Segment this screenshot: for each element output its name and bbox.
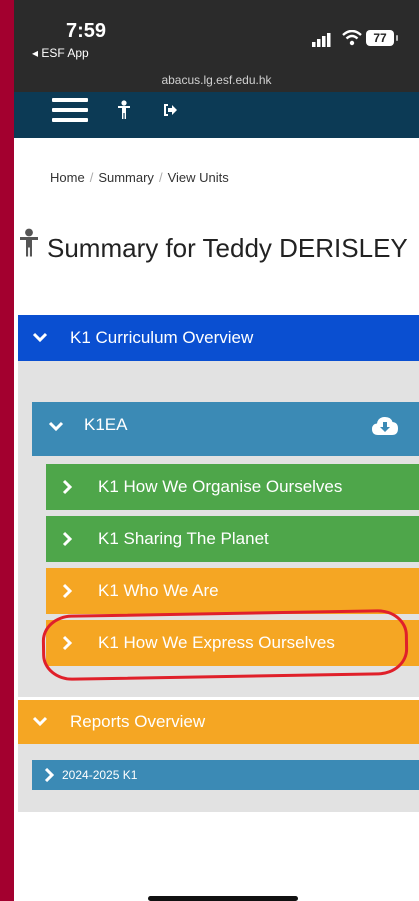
chevron-right-icon [44, 768, 54, 782]
status-time: 7:59 [66, 20, 107, 42]
class-group-label: K1EA [84, 415, 128, 434]
back-to-app-link[interactable]: ◂ ESF App [32, 46, 89, 60]
chevron-down-icon [32, 332, 48, 343]
curriculum-overview-label: K1 Curriculum Overview [70, 328, 254, 347]
reports-overview-label: Reports Overview [70, 712, 206, 731]
menu-icon[interactable] [52, 98, 88, 122]
chevron-right-icon [62, 635, 72, 651]
chevron-down-icon [48, 421, 64, 432]
unit-label: K1 How We Express Ourselves [98, 633, 335, 652]
cloud-download-icon[interactable] [371, 416, 399, 436]
unit-row-how-we-express-ourselves[interactable]: K1 How We Express Ourselves [46, 620, 419, 666]
reports-overview-header[interactable]: Reports Overview [18, 700, 419, 744]
breadcrumb-separator: / [158, 170, 163, 185]
logout-icon[interactable] [162, 102, 178, 118]
unit-label: K1 Who We Are [98, 581, 219, 600]
unit-label: K1 Sharing The Planet [98, 529, 269, 548]
app-page: 7:59 ◂ ESF App 77 abacus.lg.esf.edu.hk H… [14, 0, 419, 901]
class-group-header[interactable]: K1EA [32, 402, 419, 456]
breadcrumb-summary[interactable]: Summary [98, 170, 154, 185]
chevron-right-icon [62, 479, 72, 495]
report-year-row[interactable]: 2024-2025 K1 [32, 760, 419, 790]
breadcrumb: Home / Summary / View Units [50, 170, 229, 185]
breadcrumb-current: View Units [167, 170, 229, 185]
home-indicator[interactable] [148, 896, 298, 901]
curriculum-overview-header[interactable]: K1 Curriculum Overview [18, 315, 419, 361]
wifi-icon [342, 30, 362, 46]
battery-indicator: 77 [366, 30, 398, 46]
report-year-label: 2024-2025 K1 [62, 768, 138, 782]
unit-row-who-we-are[interactable]: K1 Who We Are [46, 568, 419, 614]
unit-row-sharing-the-planet[interactable]: K1 Sharing The Planet [46, 516, 419, 562]
unit-label: K1 How We Organise Ourselves [98, 477, 343, 496]
top-navbar [14, 92, 419, 138]
page-title: Summary for Teddy DERISLEY [47, 233, 408, 263]
url-bar[interactable]: abacus.lg.esf.edu.hk [14, 68, 419, 92]
status-bar: 7:59 ◂ ESF App 77 [14, 0, 419, 68]
signal-icon [312, 33, 331, 47]
person-icon[interactable] [117, 100, 131, 120]
breadcrumb-home[interactable]: Home [50, 170, 85, 185]
unit-row-how-we-organise-ourselves[interactable]: K1 How We Organise Ourselves [46, 464, 419, 510]
chevron-down-icon [32, 716, 48, 727]
chevron-right-icon [62, 531, 72, 547]
chevron-right-icon [62, 583, 72, 599]
breadcrumb-separator: / [89, 170, 94, 185]
